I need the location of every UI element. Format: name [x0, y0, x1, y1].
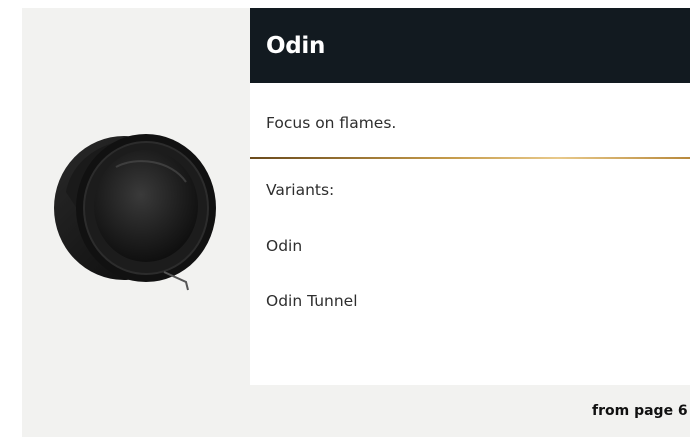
title-bar: Odin: [250, 8, 690, 83]
product-image-area: [22, 8, 250, 385]
card-footer: from page 6: [22, 385, 690, 437]
odin-burner-image: [54, 134, 216, 291]
gold-divider: [250, 157, 690, 159]
product-title: Odin: [266, 33, 326, 59]
product-card[interactable]: Odin Focus on flames. Variants: Odin Odi…: [22, 8, 690, 437]
product-content: Odin Focus on flames. Variants: Odin Odi…: [250, 8, 690, 385]
variant-item: Odin: [266, 237, 303, 255]
page-reference[interactable]: from page 6: [592, 401, 688, 421]
product-tagline: Focus on flames.: [266, 114, 397, 132]
variants-heading: Variants:: [266, 181, 335, 199]
variant-item: Odin Tunnel: [266, 292, 358, 310]
